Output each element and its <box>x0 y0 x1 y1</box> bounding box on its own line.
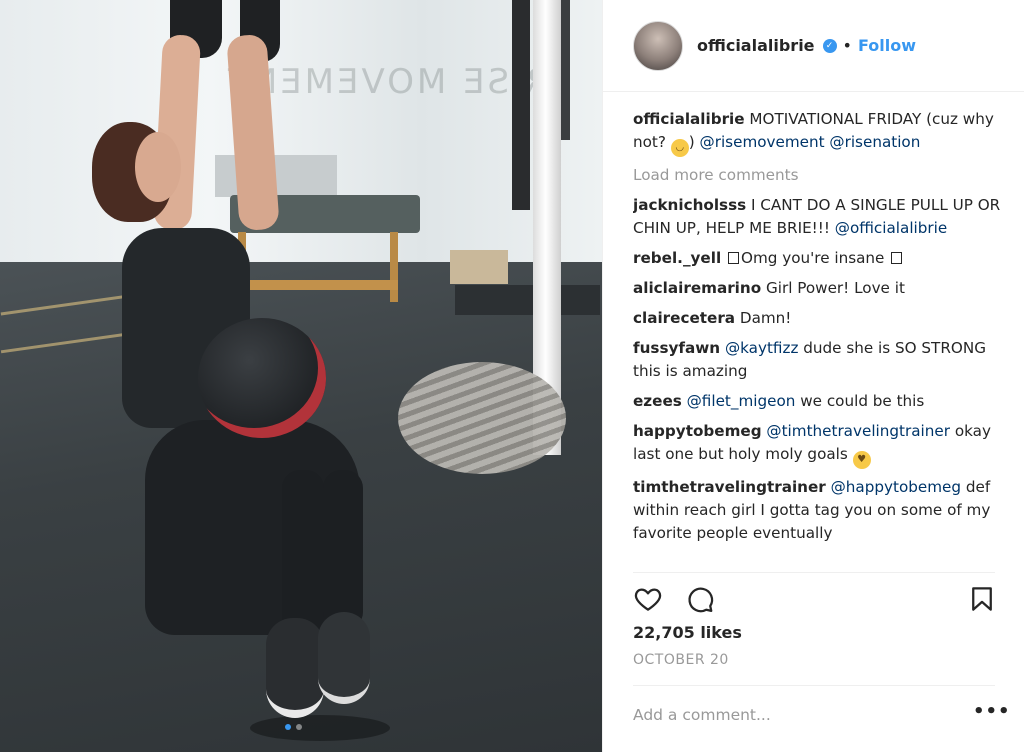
verified-badge-icon: ✓ <box>822 38 837 53</box>
likes-count[interactable]: 22,705 likes <box>633 623 742 642</box>
coiled-battle-rope <box>398 362 566 474</box>
sneaker <box>266 618 324 718</box>
more-options-icon[interactable]: ••• <box>973 700 1010 724</box>
bench-legs <box>238 232 398 302</box>
floor-shadow <box>250 715 390 741</box>
post-header: officialalibrie ✓ • Follow <box>603 0 1024 92</box>
floor-mat <box>455 285 600 315</box>
wall-logo: RISE MOVEMENT <box>225 62 549 102</box>
post-side-panel: officialalibrie ✓ • Follow officialalibr… <box>602 0 1024 752</box>
bench-shelf <box>238 280 398 290</box>
mention-link[interactable]: @risenation <box>829 133 920 151</box>
suspension-strap <box>560 0 570 140</box>
heart-eyes-emoji-icon: ♥ <box>852 451 871 469</box>
comment-author[interactable]: happytobemeg <box>633 422 762 440</box>
mention-link[interactable]: @risemovement <box>700 133 825 151</box>
post-photo[interactable]: RISE MOVEMENT <box>0 0 602 752</box>
comment-item: clairecetera Damn! <box>633 307 1001 330</box>
separator-dot: • <box>842 36 852 55</box>
comment-text: we could be this <box>800 392 925 410</box>
missing-glyph-icon <box>727 252 739 264</box>
carousel-dot-active[interactable] <box>285 724 291 730</box>
person-shin <box>323 470 363 630</box>
medicine-ball <box>198 318 326 438</box>
comment-author[interactable]: jacknicholsss <box>633 196 746 214</box>
mention-link[interactable]: @kaytfizz <box>725 339 798 357</box>
comment-author[interactable]: clairecetera <box>633 309 735 327</box>
mention-link[interactable]: @timthetravelingtrainer <box>766 422 950 440</box>
mention-link[interactable]: @officialalibrie <box>835 219 947 237</box>
follow-button[interactable]: Follow <box>858 36 916 55</box>
comment-text: Girl Power! Love it <box>765 279 905 297</box>
carousel-dot[interactable] <box>296 724 302 730</box>
post-actions <box>633 582 995 616</box>
comments-list: officialalibrie MOTIVATIONAL FRIDAY (cuz… <box>633 108 1001 570</box>
load-more-label[interactable]: Load more comments <box>633 166 799 184</box>
comment-author[interactable]: aliclairemarino <box>633 279 761 297</box>
carousel-indicator <box>285 724 302 730</box>
missing-glyph-icon <box>891 252 903 264</box>
divider <box>633 685 995 686</box>
comment-item: happytobemeg @timthetravelingtrainer oka… <box>633 420 1001 469</box>
person-shin <box>282 470 324 640</box>
person-face <box>135 132 181 202</box>
caption: officialalibrie MOTIVATIONAL FRIDAY (cuz… <box>633 108 1001 157</box>
mention-link[interactable]: @filet_migeon <box>687 392 796 410</box>
comment-text: Damn! <box>739 309 792 327</box>
step-platform <box>450 250 508 284</box>
comment-item: ezees @filet_migeon we could be this <box>633 390 1001 413</box>
smirk-emoji-icon: ◡ <box>670 139 689 157</box>
comment-bubble-icon[interactable] <box>685 584 715 614</box>
comment-item: timthetravelingtrainer @happytobemeg def… <box>633 476 1001 545</box>
comment-text: Omg you're insane <box>740 249 885 267</box>
bookmark-icon[interactable] <box>967 584 997 614</box>
heart-icon[interactable] <box>633 584 663 614</box>
comment-item: rebel._yell Omg you're insane <box>633 247 1001 270</box>
suspension-strap <box>512 0 530 210</box>
load-more-comments[interactable]: Load more comments <box>633 164 1001 187</box>
header-username[interactable]: officialalibrie <box>697 36 815 55</box>
comment-author[interactable]: timthetravelingtrainer <box>633 478 826 496</box>
comment-item: jacknicholsss I CANT DO A SINGLE PULL UP… <box>633 194 1001 240</box>
comment-author[interactable]: ezees <box>633 392 682 410</box>
post-date: OCTOBER 20 <box>633 652 729 668</box>
divider <box>633 572 995 573</box>
comment-author[interactable]: rebel._yell <box>633 249 721 267</box>
caption-author[interactable]: officialalibrie <box>633 110 745 128</box>
mention-link[interactable]: @happytobemeg <box>831 478 961 496</box>
sneaker <box>318 612 370 704</box>
comment-author[interactable]: fussyfawn <box>633 339 720 357</box>
comment-item: fussyfawn @kaytfizz dude she is SO STRON… <box>633 337 1001 383</box>
add-comment-input[interactable] <box>633 702 933 728</box>
comment-item: aliclairemarino Girl Power! Love it <box>633 277 1001 300</box>
avatar[interactable] <box>633 20 683 71</box>
